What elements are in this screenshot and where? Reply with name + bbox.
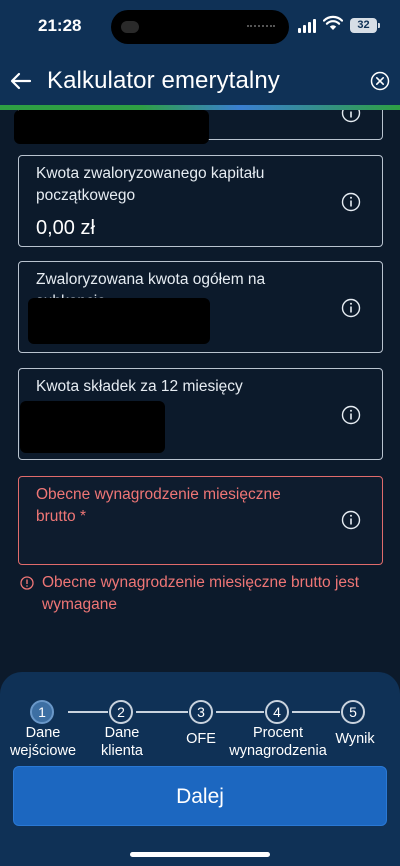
capital-initial-field[interactable]: Kwota zwaloryzowanego kapitału początkow… (18, 155, 383, 247)
step-connector (136, 711, 188, 713)
info-icon[interactable] (341, 405, 361, 425)
app-header: Kalkulator emerytalny (0, 56, 400, 108)
step-3-label: OFE (186, 731, 216, 747)
redacted-value (20, 401, 165, 453)
step-1-label: Dane wejściowe (9, 725, 77, 759)
wifi-icon (323, 15, 343, 30)
info-icon[interactable] (341, 110, 361, 123)
home-indicator (130, 852, 270, 857)
step-4-label: Procent wynagrodzenia (229, 725, 327, 759)
field-value: 0,00 zł (36, 217, 95, 239)
next-button[interactable]: Dalej (13, 766, 387, 826)
error-icon (20, 576, 34, 590)
field-label: Obecne wynagrodzenie miesięczne brutto * (36, 486, 281, 525)
dynamic-island (111, 10, 289, 44)
step-4-indicator[interactable]: 4 (265, 700, 289, 724)
status-bar: 21:28 32 (0, 0, 400, 56)
close-icon[interactable] (370, 71, 390, 91)
step-2-indicator[interactable]: 2 (109, 700, 133, 724)
step-2-label: Dane klienta (101, 725, 143, 759)
step-1-indicator[interactable]: 1 (30, 700, 54, 724)
field-label: Kwota zwaloryzowanego kapitału początkow… (36, 165, 265, 204)
redacted-value (28, 298, 210, 344)
stepper: 1 2 3 4 5 Dane wejściowe Dane klienta OF… (0, 684, 400, 759)
back-arrow-icon[interactable] (8, 68, 34, 94)
island-dots (247, 25, 275, 28)
step-5-label: Wynik (335, 731, 375, 747)
step-connector (216, 711, 264, 713)
step-connector (292, 711, 340, 713)
error-message: Obecne wynagrodzenie miesięczne brutto j… (42, 574, 360, 613)
bottom-sheet: 1 2 3 4 5 Dane wejściowe Dane klienta OF… (0, 672, 400, 866)
info-icon[interactable] (341, 192, 361, 212)
page-title: Kalkulator emerytalny (47, 67, 280, 94)
cellular-signal-icon (298, 19, 318, 33)
info-icon[interactable] (341, 510, 361, 530)
step-3-indicator[interactable]: 3 (189, 700, 213, 724)
monthly-gross-salary-input[interactable]: Obecne wynagrodzenie miesięczne brutto * (18, 476, 383, 565)
status-time: 21:28 (38, 16, 82, 35)
redacted-value (14, 110, 209, 144)
camera-icon (121, 21, 139, 33)
form-content[interactable]: Kwota zwaloryzowanego kapitału początkow… (0, 110, 400, 675)
step-5-indicator[interactable]: 5 (341, 700, 365, 724)
info-icon[interactable] (341, 298, 361, 318)
battery-icon: 32 (350, 18, 377, 33)
battery-tip (378, 23, 380, 28)
step-connector (68, 711, 108, 713)
